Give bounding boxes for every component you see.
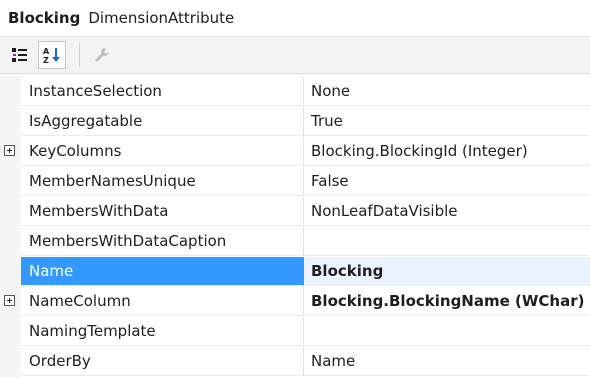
- row-gutter: [0, 167, 21, 197]
- property-row-memberswithdatacaption[interactable]: MembersWithDataCaption: [0, 227, 590, 257]
- alphabetical-az-icon: A Z: [43, 47, 60, 65]
- property-value[interactable]: [304, 227, 590, 256]
- row-gutter: [0, 137, 21, 167]
- property-row-keycolumns[interactable]: KeyColumns Blocking.BlockingId (Integer): [0, 137, 590, 167]
- property-name[interactable]: InstanceSelection: [21, 77, 304, 106]
- property-row-instanceselection[interactable]: InstanceSelection None: [0, 77, 590, 107]
- svg-text:A: A: [43, 47, 50, 56]
- property-value[interactable]: [304, 317, 590, 346]
- row-gutter: [0, 317, 21, 347]
- expand-plus-icon[interactable]: [4, 145, 15, 156]
- property-name[interactable]: MembersWithData: [21, 197, 304, 226]
- row-gutter: [0, 77, 21, 107]
- wrench-icon: [95, 48, 109, 62]
- property-value[interactable]: Blocking: [304, 257, 590, 286]
- property-value[interactable]: True: [304, 107, 590, 136]
- property-name[interactable]: MemberNamesUnique: [21, 167, 304, 196]
- property-name[interactable]: MembersWithDataCaption: [21, 227, 304, 256]
- property-row-memberswithdata[interactable]: MembersWithData NonLeafDataVisible: [0, 197, 590, 227]
- row-gutter: [0, 107, 21, 137]
- property-value[interactable]: Blocking.BlockingId (Integer): [304, 137, 590, 166]
- property-name[interactable]: IsAggregatable: [21, 107, 304, 136]
- property-row-name[interactable]: Name Blocking: [0, 257, 590, 287]
- property-row-membernamesunique[interactable]: MemberNamesUnique False: [0, 167, 590, 197]
- expand-plus-icon[interactable]: [4, 295, 15, 306]
- property-name[interactable]: Name: [21, 257, 304, 286]
- property-row-orderby[interactable]: OrderBy Name: [0, 347, 590, 377]
- properties-toolbar: A Z: [0, 36, 590, 74]
- property-name[interactable]: NamingTemplate: [21, 317, 304, 346]
- toolbar-separator: [79, 43, 80, 67]
- property-name[interactable]: NameColumn: [21, 287, 304, 316]
- property-value[interactable]: Blocking.BlockingName (WChar): [304, 287, 590, 316]
- property-row-namecolumn[interactable]: NameColumn Blocking.BlockingName (WChar): [0, 287, 590, 317]
- property-value[interactable]: Name: [304, 347, 590, 376]
- property-row-isaggregatable[interactable]: IsAggregatable True: [0, 107, 590, 137]
- svg-text:Z: Z: [43, 56, 49, 65]
- row-gutter: [0, 257, 21, 287]
- property-row-namingtemplate[interactable]: NamingTemplate: [0, 317, 590, 347]
- property-name[interactable]: KeyColumns: [21, 137, 304, 166]
- property-value[interactable]: NonLeafDataVisible: [304, 197, 590, 226]
- row-gutter: [0, 227, 21, 257]
- object-name: Blocking: [8, 9, 81, 27]
- object-header: Blocking DimensionAttribute: [0, 0, 590, 36]
- row-gutter: [0, 287, 21, 317]
- property-grid: InstanceSelection None IsAggregatable True K…: [0, 77, 590, 381]
- alphabetical-button[interactable]: A Z: [38, 41, 66, 69]
- property-pages-button[interactable]: [88, 41, 116, 69]
- row-gutter: [0, 197, 21, 227]
- row-gutter: [0, 347, 21, 377]
- property-value[interactable]: False: [304, 167, 590, 196]
- property-value[interactable]: None: [304, 77, 590, 106]
- property-name[interactable]: OrderBy: [21, 347, 304, 376]
- categorized-icon: [12, 48, 27, 62]
- categorized-button[interactable]: [6, 41, 34, 69]
- object-type: DimensionAttribute: [88, 9, 235, 27]
